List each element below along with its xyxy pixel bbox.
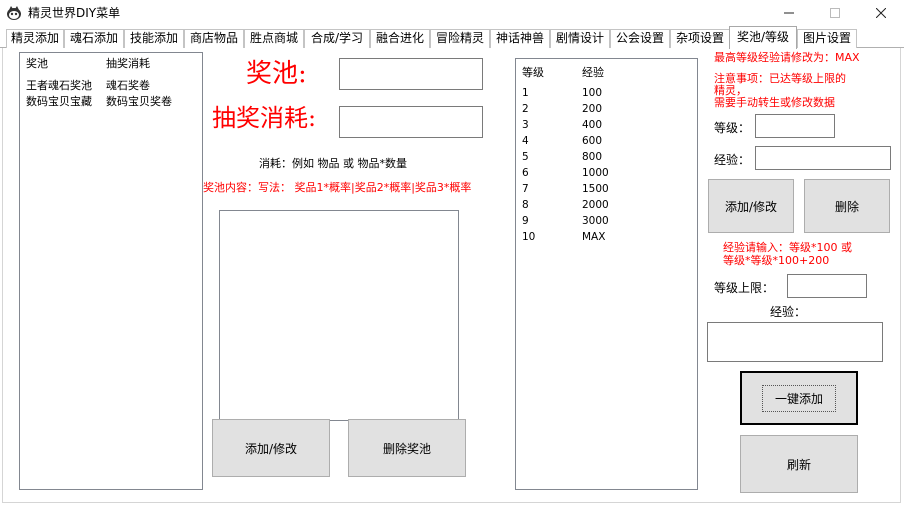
level-row-level[interactable]: 2 bbox=[522, 101, 529, 117]
tab-guild-settings[interactable]: 公会设置 bbox=[610, 29, 670, 48]
bulk-exp-input[interactable] bbox=[707, 322, 883, 362]
tab-skill-add[interactable]: 技能添加 bbox=[124, 29, 184, 48]
maximize-icon[interactable] bbox=[812, 0, 858, 26]
tab-sprite-add[interactable]: 精灵添加 bbox=[6, 29, 64, 48]
pool-content-textarea[interactable] bbox=[219, 210, 459, 421]
max-level-note: 最高等级经验请修改为：MAX bbox=[714, 51, 860, 64]
tab-image-settings[interactable]: 图片设置 bbox=[797, 29, 857, 48]
pool-delete-button[interactable]: 删除奖池 bbox=[348, 419, 466, 477]
tab-pool-level[interactable]: 奖池/等级 bbox=[729, 26, 797, 49]
tab-synthesis-learn[interactable]: 合成/学习 bbox=[304, 29, 370, 48]
pool-label: 奖池: bbox=[246, 59, 307, 89]
refresh-button[interactable]: 刷新 bbox=[740, 435, 858, 493]
level-row-level[interactable]: 10 bbox=[522, 229, 535, 245]
level-row-exp[interactable]: 1000 bbox=[582, 165, 609, 181]
level-row-level[interactable]: 8 bbox=[522, 197, 529, 213]
level-row-level[interactable]: 5 bbox=[522, 149, 529, 165]
level-row-level[interactable]: 3 bbox=[522, 117, 529, 133]
level-row-exp[interactable]: 100 bbox=[582, 85, 602, 101]
pool-list[interactable]: 奖池 抽奖消耗 王者魂石奖池 魂石奖卷 数码宝贝宝藏 数码宝贝奖卷 bbox=[19, 52, 203, 490]
tab-myth-beast[interactable]: 神话神兽 bbox=[490, 29, 550, 48]
level-row-exp[interactable]: 3000 bbox=[582, 213, 609, 229]
tab-misc-settings[interactable]: 杂项设置 bbox=[670, 29, 730, 48]
pool-content-hint: 奖池内容：写法： 奖品1*概率|奖品2*概率|奖品3*概率 bbox=[203, 181, 472, 194]
exp-label: 经验： bbox=[714, 153, 751, 167]
bulk-add-button-label: 一键添加 bbox=[761, 384, 836, 412]
level-delete-button[interactable]: 删除 bbox=[804, 179, 890, 233]
level-row-level[interactable]: 9 bbox=[522, 213, 529, 229]
level-row-exp[interactable]: 200 bbox=[582, 101, 602, 117]
exp-column-header[interactable]: 经验 bbox=[582, 65, 604, 81]
cost-input[interactable] bbox=[339, 106, 483, 138]
level-row-exp[interactable]: 2000 bbox=[582, 197, 609, 213]
level-row-level[interactable]: 1 bbox=[522, 85, 529, 101]
formula-hint-line-1: 经验请输入：等级*100 或 bbox=[723, 241, 852, 254]
formula-hint-line-2: 等级*等级*100+200 bbox=[723, 254, 830, 267]
cost-label: 抽奖消耗: bbox=[212, 104, 317, 132]
bulk-add-button[interactable]: 一键添加 bbox=[740, 371, 858, 425]
level-row-exp[interactable]: 800 bbox=[582, 149, 602, 165]
list-item[interactable]: 王者魂石奖池 bbox=[26, 79, 92, 92]
level-column-header[interactable]: 等级 bbox=[522, 65, 544, 81]
tab-points-mall[interactable]: 胜点商城 bbox=[244, 29, 304, 48]
tab-shop-items[interactable]: 商店物品 bbox=[184, 29, 244, 48]
level-list[interactable]: 等级 经验 1 100 2 200 3 400 4 600 5 800 6 1000 7 1500 8 200… bbox=[515, 58, 698, 490]
list-item[interactable]: 数码宝贝奖卷 bbox=[106, 95, 172, 108]
window-title: 精灵世界DIY菜单 bbox=[28, 6, 121, 20]
level-row-exp[interactable]: 400 bbox=[582, 117, 602, 133]
level-cap-label: 等级上限： bbox=[714, 281, 775, 295]
level-row-level[interactable]: 7 bbox=[522, 181, 529, 197]
pool-add-edit-button[interactable]: 添加/修改 bbox=[212, 419, 330, 477]
list-item[interactable]: 魂石奖卷 bbox=[106, 79, 150, 92]
close-icon[interactable] bbox=[858, 0, 904, 26]
tab-soulstone-add[interactable]: 魂石添加 bbox=[64, 29, 124, 48]
level-row-exp[interactable]: 600 bbox=[582, 133, 602, 149]
bulk-exp-label: 经验： bbox=[770, 305, 807, 319]
tab-fusion-evolve[interactable]: 融合进化 bbox=[370, 29, 430, 48]
list-item[interactable]: 数码宝贝宝藏 bbox=[26, 95, 92, 108]
minimize-icon[interactable] bbox=[766, 0, 812, 26]
level-input[interactable] bbox=[755, 114, 835, 138]
level-add-edit-button[interactable]: 添加/修改 bbox=[708, 179, 794, 233]
level-row-level[interactable]: 4 bbox=[522, 133, 529, 149]
tab-story-design[interactable]: 剧情设计 bbox=[550, 29, 610, 48]
app-icon bbox=[6, 5, 22, 21]
notice-line-3: 需要手动转生或修改数据 bbox=[714, 96, 835, 109]
cost-column-header[interactable]: 抽奖消耗 bbox=[106, 57, 150, 70]
pool-name-input[interactable] bbox=[339, 58, 483, 90]
level-row-exp[interactable]: MAX bbox=[582, 229, 605, 245]
cost-hint: 消耗：例如 物品 或 物品*数量 bbox=[259, 157, 407, 170]
level-row-exp[interactable]: 1500 bbox=[582, 181, 609, 197]
tab-adventure-sprite[interactable]: 冒险精灵 bbox=[430, 29, 490, 48]
level-row-level[interactable]: 6 bbox=[522, 165, 529, 181]
level-label: 等级： bbox=[714, 121, 751, 135]
exp-input[interactable] bbox=[755, 146, 891, 170]
level-cap-input[interactable] bbox=[787, 274, 867, 298]
pool-column-header[interactable]: 奖池 bbox=[26, 57, 48, 70]
